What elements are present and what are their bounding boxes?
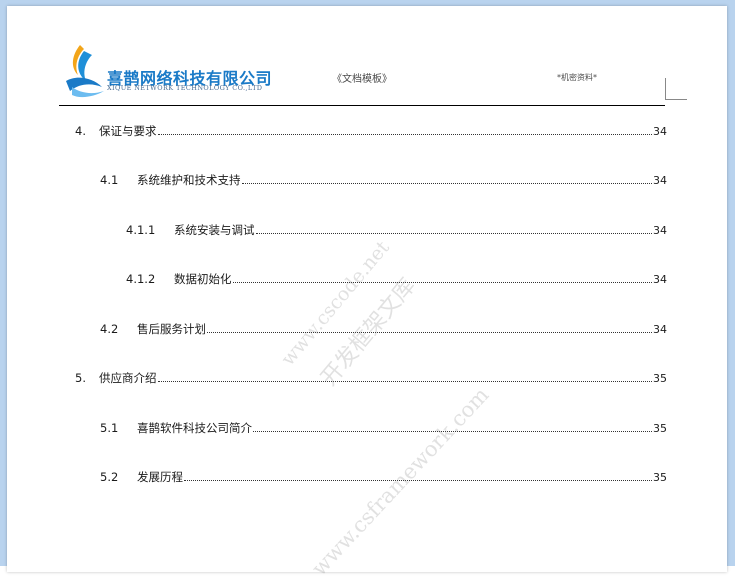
- toc-entry-title: 喜鹊软件科技公司简介: [137, 421, 252, 435]
- toc-entry-number: 4.: [75, 124, 86, 138]
- toc-entry[interactable]: 5. 供应商介绍 35: [75, 370, 667, 386]
- toc-leader: [157, 372, 652, 382]
- toc-entry-title: 售后服务计划: [137, 322, 206, 336]
- crop-mark-vertical: [665, 78, 666, 100]
- toc-entry-number: 4.2: [100, 322, 119, 336]
- toc-entry-number: 5.1: [100, 421, 119, 435]
- toc-entry-title: 供应商介绍: [99, 371, 157, 385]
- toc-entry-page: 34: [653, 323, 667, 336]
- toc-entry-page: 34: [653, 125, 667, 138]
- toc-entry-title: 系统维护和技术支持: [137, 173, 241, 187]
- toc-leader: [157, 125, 652, 135]
- toc-leader: [241, 174, 652, 184]
- toc-entry-page: 35: [653, 471, 667, 484]
- magpie-logo-icon: [66, 45, 104, 98]
- toc-entry-number: 4.1.1: [126, 223, 156, 237]
- toc-entry-page: 35: [653, 422, 667, 435]
- toc-entry[interactable]: 4.1.1 系统安装与调试 34: [126, 222, 667, 238]
- toc-entry-page: 34: [653, 224, 667, 237]
- toc-leader: [207, 323, 652, 333]
- document-type-label: 《文档模板》: [332, 74, 392, 85]
- toc-entry-page: 35: [653, 372, 667, 385]
- toc-entry-title: 发展历程: [137, 470, 183, 484]
- toc-entry-number: 5.: [75, 371, 86, 385]
- toc-entry-title: 数据初始化: [174, 272, 232, 286]
- toc-leader: [255, 224, 652, 234]
- document-page: 喜鹊网络科技有限公司 XIQUE NETWORK TECHNOLOGY CO.,…: [7, 6, 727, 580]
- toc-entry-number: 4.1.2: [126, 272, 156, 286]
- toc-entry-page: 34: [653, 174, 667, 187]
- toc-entry[interactable]: 4. 保证与要求 34: [75, 123, 667, 139]
- toc-entry-title: 系统安装与调试: [174, 223, 255, 237]
- toc-entry-page: 34: [653, 273, 667, 286]
- company-name-en: XIQUE NETWORK TECHNOLOGY CO.,LTD: [107, 84, 263, 92]
- crop-mark-horizontal: [665, 99, 687, 100]
- toc-entry-number: 5.2: [100, 470, 119, 484]
- toc-entry-title: 保证与要求: [99, 124, 157, 138]
- company-logo: 喜鹊网络科技有限公司 XIQUE NETWORK TECHNOLOGY CO.,…: [62, 41, 292, 101]
- toc-leader: [232, 273, 652, 283]
- toc-entry-number: 4.1: [100, 173, 119, 187]
- toc-entry[interactable]: 5.1 喜鹊软件科技公司简介 35: [100, 420, 667, 436]
- header-rule: [59, 105, 665, 106]
- toc-entry[interactable]: 4.1 系统维护和技术支持 34: [100, 172, 667, 188]
- confidential-label: *机密资料*: [557, 73, 597, 82]
